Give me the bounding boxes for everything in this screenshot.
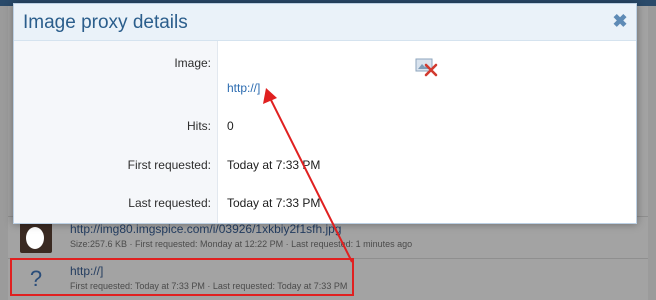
dialog-title: Image proxy details [23,12,188,33]
list-item-title[interactable]: http://img80.imgspice.com/i/03926/1xkbiy… [70,222,341,236]
image-proxy-dialog: Image proxy details ✖ Image: http://] Hi… [13,3,637,224]
last-requested-value: Today at 7:33 PM [227,196,321,210]
image-link[interactable]: http://] [227,81,260,95]
first-requested-value: Today at 7:33 PM [227,158,321,172]
hits-label: Hits: [187,119,211,133]
annotation-highlight-box [10,258,354,296]
close-icon[interactable]: ✖ [612,12,628,30]
dialog-header: Image proxy details ✖ [14,4,636,41]
list-item-meta: Size:257.6 KB · First requested: Monday … [70,239,413,249]
hits-value: 0 [227,119,234,133]
first-requested-label: First requested: [127,158,211,172]
image-thumbnail [20,221,52,253]
last-requested-label: Last requested: [128,196,211,210]
image-label: Image: [174,56,211,70]
broken-image-icon [415,58,438,77]
